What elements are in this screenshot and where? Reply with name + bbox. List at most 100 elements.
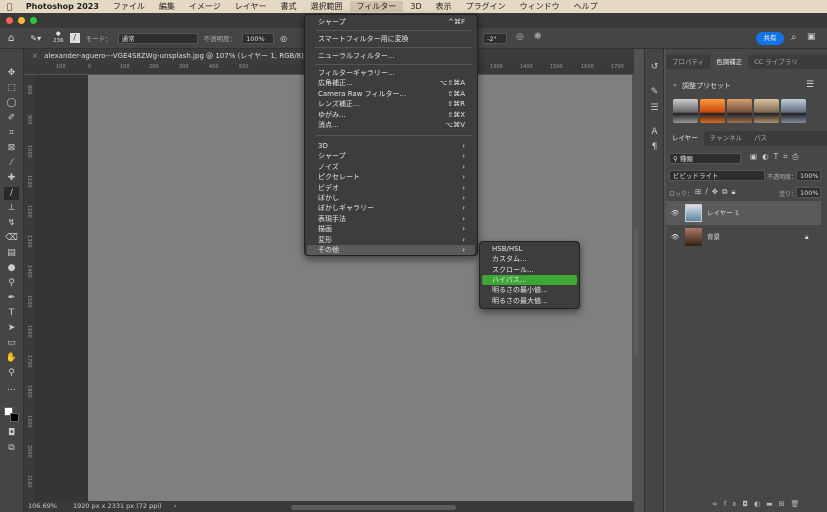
menu-select[interactable]: 選択範囲: [304, 1, 350, 12]
brush-settings-panel-icon[interactable]: ✎: [647, 86, 662, 99]
presets-collapse-icon[interactable]: ⌄: [672, 80, 678, 88]
menu-item[interactable]: ゆがみ... ⇧⌘X: [307, 110, 475, 120]
character-panel-icon[interactable]: A: [647, 126, 662, 139]
quick-select-tool-icon[interactable]: ✐: [4, 112, 19, 125]
pressure-size-icon[interactable]: ◎: [516, 32, 524, 42]
layer-filter-select[interactable]: ⚲ 種類: [669, 153, 741, 164]
menu-file[interactable]: ファイル: [106, 1, 152, 12]
home-icon[interactable]: ⌂: [8, 33, 14, 44]
app-menu[interactable]: Photoshop 2023: [19, 2, 106, 11]
move-tool-icon[interactable]: ✥: [4, 67, 19, 80]
tab-properties[interactable]: プロパティ: [666, 55, 710, 69]
close-window-button[interactable]: [6, 17, 13, 24]
preset-thumbnail[interactable]: [727, 99, 752, 123]
layer-row[interactable]: 👁︎ 背景 🔒︎: [666, 225, 821, 249]
menu-filter[interactable]: フィルター: [349, 1, 404, 12]
menu-item[interactable]: シャープ ^⌘F: [307, 17, 475, 27]
layer-opacity-field[interactable]: 100%: [796, 170, 821, 181]
vertical-scrollbar[interactable]: [634, 228, 638, 356]
menu-help[interactable]: ヘルプ: [567, 1, 605, 12]
menu-item[interactable]: スマートフィルター用に変換: [307, 34, 475, 44]
pressure-opacity-icon[interactable]: ◎: [280, 34, 287, 43]
menu-view[interactable]: 表示: [429, 1, 459, 12]
preset-thumbnail[interactable]: [781, 99, 806, 123]
menu-edit[interactable]: 編集: [152, 1, 182, 12]
zoom-level[interactable]: 106.69%: [28, 502, 57, 510]
tab-channels[interactable]: チャンネル: [704, 131, 748, 146]
brush-tool-preset-icon[interactable]: ✎▾: [30, 34, 41, 43]
menu-item-minimum[interactable]: 明るさの最小値...: [482, 285, 577, 295]
share-button[interactable]: 共有: [756, 32, 784, 45]
more-tools-icon[interactable]: …: [4, 382, 19, 395]
visibility-eye-icon[interactable]: 👁︎: [671, 225, 679, 249]
menu-item[interactable]: 広角補正... ⌥⇧⌘A: [307, 78, 475, 88]
horizontal-scrollbar[interactable]: [291, 505, 456, 510]
crop-tool-icon[interactable]: ⌗: [4, 127, 19, 140]
search-icon[interactable]: ⌕: [791, 32, 797, 43]
healing-brush-tool-icon[interactable]: ✚: [4, 172, 19, 185]
submenu-noise[interactable]: ノイズ ›: [307, 162, 475, 172]
menu-plugins[interactable]: プラグイン: [459, 1, 513, 12]
submenu-pixelate[interactable]: ピクセレート ›: [307, 172, 475, 182]
close-tab-icon[interactable]: ×: [32, 52, 38, 60]
preset-thumbnail[interactable]: [700, 99, 725, 123]
dodge-tool-icon[interactable]: ⚲: [4, 277, 19, 290]
pen-tool-icon[interactable]: ✒: [4, 292, 19, 305]
zoom-tool-icon[interactable]: ⚲: [4, 367, 19, 380]
stamp-tool-icon[interactable]: ⊥: [4, 202, 19, 215]
minimize-window-button[interactable]: [18, 17, 25, 24]
brush-size-picker[interactable]: ● 236: [53, 31, 64, 45]
lasso-tool-icon[interactable]: ◯: [4, 97, 19, 110]
frame-tool-icon[interactable]: ⊠: [4, 142, 19, 155]
submenu-video[interactable]: ビデオ ›: [307, 183, 475, 193]
menu-item-maximum[interactable]: 明るさの最大値...: [482, 296, 577, 306]
menu-3d[interactable]: 3D: [403, 2, 428, 11]
menu-item[interactable]: フィルターギャラリー...: [307, 68, 475, 78]
rectangle-tool-icon[interactable]: ▭: [4, 337, 19, 350]
menu-image[interactable]: イメージ: [182, 1, 228, 12]
tab-paths[interactable]: パス: [748, 131, 773, 146]
submenu-other[interactable]: その他 ›: [307, 245, 475, 256]
submenu-render[interactable]: 描画 ›: [307, 224, 475, 234]
layer-filter-icons[interactable]: ▣◐T⌗⎙: [750, 152, 803, 162]
history-brush-tool-icon[interactable]: ↯: [4, 217, 19, 230]
menu-item[interactable]: Camera Raw フィルター... ⇧⌘A: [307, 89, 475, 99]
layer-actions-icons[interactable]: ∞fx◘◐▬⊞🗑︎: [712, 500, 805, 508]
preset-thumbnail[interactable]: [754, 99, 779, 123]
quick-mask-icon[interactable]: ◘: [4, 427, 19, 440]
brush-tool-icon[interactable]: /: [4, 187, 19, 200]
submenu-3d[interactable]: 3D ›: [307, 141, 475, 151]
angle-field[interactable]: -2°: [483, 33, 507, 44]
menu-item[interactable]: ニューラルフィルター...: [307, 51, 475, 61]
submenu-sharpen[interactable]: シャープ ›: [307, 151, 475, 161]
symmetry-icon[interactable]: ❋: [534, 32, 542, 42]
workspace-icon[interactable]: ▣: [807, 32, 816, 42]
status-expand-icon[interactable]: ›: [174, 502, 177, 510]
submenu-blur-gallery[interactable]: ぼかしギャラリー ›: [307, 203, 475, 213]
fill-field[interactable]: 100%: [796, 187, 821, 198]
brush-settings-icon[interactable]: /: [69, 33, 80, 43]
menu-item[interactable]: 消点... ⌥⌘V: [307, 120, 475, 130]
zoom-window-button[interactable]: [30, 17, 37, 24]
preset-thumbnail[interactable]: [673, 99, 698, 123]
visibility-eye-icon[interactable]: 👁︎: [671, 201, 679, 225]
tab-layers[interactable]: レイヤー: [666, 131, 704, 146]
tab-cc-libraries[interactable]: CC ライブラリ: [748, 55, 804, 69]
lock-icons[interactable]: ⊞/✥⧉🔒︎: [695, 187, 739, 197]
screen-mode-icon[interactable]: ⧉: [4, 442, 19, 455]
blur-tool-icon[interactable]: ●: [4, 262, 19, 275]
menu-type[interactable]: 書式: [274, 1, 304, 12]
menu-window[interactable]: ウィンドウ: [513, 1, 567, 12]
submenu-blur[interactable]: ぼかし ›: [307, 193, 475, 203]
type-tool-icon[interactable]: T: [4, 307, 19, 320]
list-view-icon[interactable]: ☰: [806, 80, 814, 90]
submenu-stylize[interactable]: 表現手法 ›: [307, 214, 475, 224]
paragraph-panel-icon[interactable]: ¶: [647, 141, 662, 154]
menu-layer[interactable]: レイヤー: [228, 1, 274, 12]
blend-mode-select[interactable]: ビビッドライト: [669, 170, 765, 181]
background-color-swatch[interactable]: [10, 413, 19, 422]
gradient-tool-icon[interactable]: ▤: [4, 247, 19, 260]
menu-item[interactable]: レンズ補正... ⇧⌘R: [307, 99, 475, 109]
eyedropper-tool-icon[interactable]: ⁄: [4, 157, 19, 170]
tab-adjustments[interactable]: 色調補正: [710, 55, 749, 69]
